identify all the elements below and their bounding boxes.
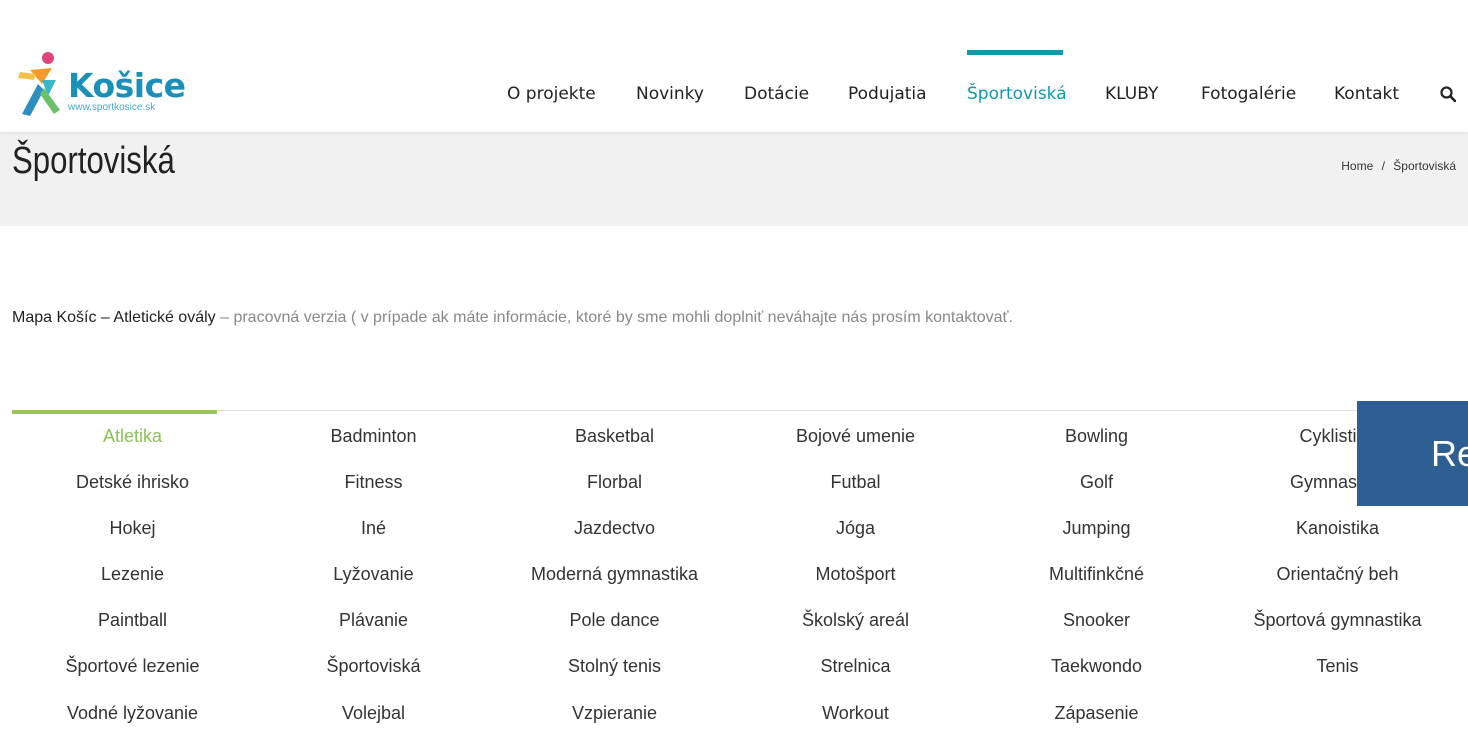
intro-text: Mapa Košíc – Atletické ovály – pracovná …	[12, 309, 1013, 327]
search-icon[interactable]	[1440, 86, 1456, 102]
tab-detske-ihrisko[interactable]: Detské ihrisko	[12, 468, 253, 514]
tab-snooker[interactable]: Snooker	[976, 606, 1217, 652]
tab-plavanie[interactable]: Plávanie	[253, 606, 494, 652]
tab-workout[interactable]: Workout	[735, 699, 976, 745]
nav-item-kluby[interactable]: KLUBY	[1105, 84, 1158, 104]
tab-zapasenie[interactable]: Zápasenie	[976, 699, 1217, 745]
nav-item-dotacie[interactable]: Dotácie	[744, 84, 809, 104]
floating-panel-label: Re	[1431, 433, 1468, 474]
tab-sportova-gymnastika[interactable]: Športová gymnastika	[1217, 606, 1458, 652]
nav-active-indicator	[967, 50, 1063, 55]
tab-joga[interactable]: Jóga	[735, 514, 976, 560]
tab-strelnica[interactable]: Strelnica	[735, 652, 976, 698]
tab-jumping[interactable]: Jumping	[976, 514, 1217, 560]
page-title-bar	[0, 132, 1468, 226]
tab-taekwondo[interactable]: Taekwondo	[976, 652, 1217, 698]
tab-futbal[interactable]: Futbal	[735, 468, 976, 514]
tab-stolny-tenis[interactable]: Stolný tenis	[494, 652, 735, 698]
tab-bojove-umenie[interactable]: Bojové umenie	[735, 422, 976, 468]
tab-sportove-lezenie[interactable]: Športové lezenie	[12, 652, 253, 698]
tab-vzpieranie[interactable]: Vzpieranie	[494, 699, 735, 745]
tab-kanoistika[interactable]: Kanoistika	[1217, 514, 1458, 560]
tab-lezenie[interactable]: Lezenie	[12, 560, 253, 606]
nav-item-sportoviska[interactable]: Športoviská	[967, 84, 1067, 104]
tabs-divider	[12, 410, 1468, 411]
tab-lyzovanie[interactable]: Lyžovanie	[253, 560, 494, 606]
breadcrumb-separator: /	[1381, 159, 1385, 173]
floating-side-panel[interactable]: Re	[1357, 401, 1468, 506]
page-title: Športoviská	[12, 140, 175, 182]
tab-pole-dance[interactable]: Pole dance	[494, 606, 735, 652]
tab-moderna-gymnastika[interactable]: Moderná gymnastika	[494, 560, 735, 606]
tab-golf[interactable]: Golf	[976, 468, 1217, 514]
tab-skolsky-areal[interactable]: Školský areál	[735, 606, 976, 652]
breadcrumb: Home / Športoviská	[1341, 159, 1456, 173]
tab-ine[interactable]: Iné	[253, 514, 494, 560]
tab-bowling[interactable]: Bowling	[976, 422, 1217, 468]
intro-rest: – pracovná verzia ( v prípade ak máte in…	[215, 309, 1013, 326]
tab-paintball[interactable]: Paintball	[12, 606, 253, 652]
nav-item-kontakt[interactable]: Kontakt	[1334, 84, 1399, 104]
tab-atletika[interactable]: Atletika	[12, 422, 253, 468]
main-navigation: O projekte Novinky Dotácie Podujatia Špo…	[0, 0, 1468, 132]
site-header: Košice www.sportkosice.sk O projekte Nov…	[0, 0, 1468, 132]
breadcrumb-current: Športoviská	[1393, 159, 1456, 173]
nav-item-fotogalerie[interactable]: Fotogalérie	[1201, 84, 1296, 104]
map-link[interactable]: Mapa Košíc – Atletické ovály	[12, 309, 216, 326]
tab-badminton[interactable]: Badminton	[253, 422, 494, 468]
nav-item-o-projekte[interactable]: O projekte	[507, 84, 596, 104]
tab-orientacny-beh[interactable]: Orientačný beh	[1217, 560, 1458, 606]
tab-fitness[interactable]: Fitness	[253, 468, 494, 514]
tab-vodne-lyzovanie[interactable]: Vodné lyžovanie	[12, 699, 253, 745]
tab-volejbal[interactable]: Volejbal	[253, 699, 494, 745]
nav-item-podujatia[interactable]: Podujatia	[848, 84, 927, 104]
tab-sportoviska[interactable]: Športoviská	[253, 652, 494, 698]
sport-category-tabs: Atletika Badminton Basketbal Bojové umenie B…	[12, 422, 1460, 745]
tab-motosport[interactable]: Motošport	[735, 560, 976, 606]
tab-active-indicator	[12, 410, 217, 414]
tab-hokej[interactable]: Hokej	[12, 514, 253, 560]
breadcrumb-home-link[interactable]: Home	[1341, 159, 1373, 173]
tab-tenis[interactable]: Tenis	[1217, 652, 1458, 698]
nav-item-novinky[interactable]: Novinky	[636, 84, 704, 104]
tab-basketbal[interactable]: Basketbal	[494, 422, 735, 468]
tab-jazdectvo[interactable]: Jazdectvo	[494, 514, 735, 560]
tab-florbal[interactable]: Florbal	[494, 468, 735, 514]
tab-multifinkcne[interactable]: Multifinkčné	[976, 560, 1217, 606]
